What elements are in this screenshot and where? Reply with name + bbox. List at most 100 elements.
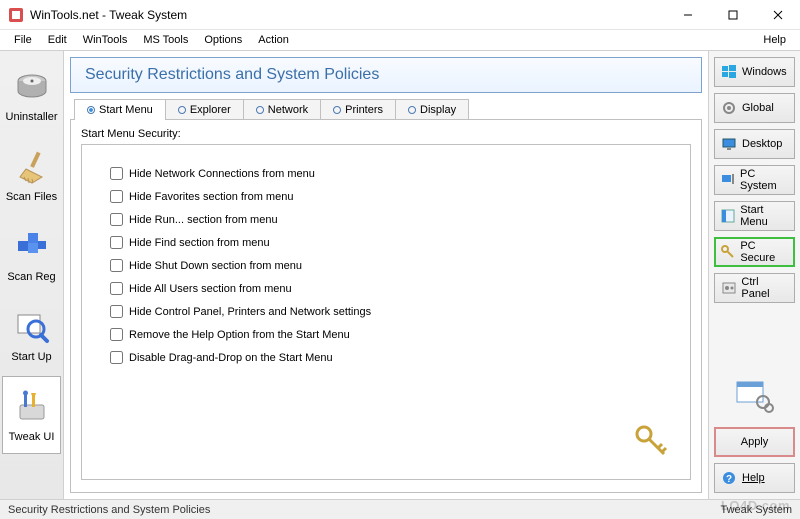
- right-global[interactable]: Global: [714, 93, 795, 123]
- page-title: Security Restrictions and System Policie…: [85, 66, 687, 84]
- app-icon: [8, 7, 24, 23]
- menu-action[interactable]: Action: [250, 32, 297, 48]
- option-checkbox[interactable]: [110, 282, 123, 295]
- tab-label: Start Menu: [99, 104, 153, 116]
- option-label: Hide Shut Down section from menu: [129, 260, 302, 272]
- apply-button[interactable]: Apply: [714, 427, 795, 457]
- menubar: File Edit WinTools MS Tools Options Acti…: [0, 30, 800, 50]
- tab-explorer[interactable]: Explorer: [165, 99, 244, 120]
- option-row: Hide Run... section from menu: [110, 213, 662, 226]
- right-windows[interactable]: Windows: [714, 57, 795, 87]
- radio-icon: [178, 106, 186, 114]
- close-button[interactable]: [755, 0, 800, 30]
- sidebar-uninstaller[interactable]: Uninstaller: [2, 56, 61, 134]
- sidebar-startup[interactable]: Start Up: [2, 296, 61, 374]
- btn-label: Global: [742, 102, 774, 114]
- option-label: Remove the Help Option from the Start Me…: [129, 329, 350, 341]
- tab-strip: Start Menu Explorer Network Printers Dis…: [74, 99, 702, 120]
- maximize-button[interactable]: [710, 0, 755, 30]
- sidebar-label: Tweak UI: [9, 431, 55, 443]
- page-header: Security Restrictions and System Policie…: [70, 57, 702, 93]
- option-row: Hide Shut Down section from menu: [110, 259, 662, 272]
- sidebar-label: Uninstaller: [6, 111, 58, 123]
- broom-icon: [12, 147, 52, 187]
- tools-icon: [12, 387, 52, 427]
- right-pcsecure[interactable]: PC Secure: [714, 237, 795, 267]
- option-checkbox[interactable]: [110, 213, 123, 226]
- radio-icon: [333, 106, 341, 114]
- tab-label: Printers: [345, 104, 383, 116]
- startmenu-icon: [721, 208, 735, 224]
- menu-edit[interactable]: Edit: [40, 32, 75, 48]
- sidebar-scanreg[interactable]: Scan Reg: [2, 216, 61, 294]
- btn-label: PC Secure: [740, 240, 788, 264]
- option-label: Hide Find section from menu: [129, 237, 270, 249]
- radio-icon: [408, 106, 416, 114]
- panel-icon: [721, 280, 736, 296]
- option-label: Hide Favorites section from menu: [129, 191, 293, 203]
- option-checkbox[interactable]: [110, 259, 123, 272]
- tab-startmenu[interactable]: Start Menu: [74, 99, 166, 120]
- gear-icon: [721, 100, 737, 116]
- sidebar-label: Scan Files: [6, 191, 57, 203]
- tab-label: Network: [268, 104, 308, 116]
- menu-options[interactable]: Options: [196, 32, 250, 48]
- option-row: Hide Control Panel, Printers and Network…: [110, 305, 662, 318]
- hdd-icon: [12, 67, 52, 107]
- option-checkbox[interactable]: [110, 236, 123, 249]
- radio-icon: [87, 106, 95, 114]
- menu-file[interactable]: File: [6, 32, 40, 48]
- btn-label: PC System: [740, 168, 788, 192]
- option-row: Hide Network Connections from menu: [110, 167, 662, 180]
- option-label: Hide All Users section from menu: [129, 283, 292, 295]
- tab-network[interactable]: Network: [243, 99, 321, 120]
- option-checkbox[interactable]: [110, 190, 123, 203]
- minimize-button[interactable]: [665, 0, 710, 30]
- option-label: Hide Run... section from menu: [129, 214, 278, 226]
- statusbar: Security Restrictions and System Policie…: [0, 499, 800, 519]
- option-checkbox[interactable]: [110, 167, 123, 180]
- menu-wintools[interactable]: WinTools: [75, 32, 136, 48]
- group-label: Start Menu Security:: [81, 128, 691, 140]
- sidebar-label: Scan Reg: [7, 271, 55, 283]
- pc-icon: [721, 172, 735, 188]
- btn-label: Ctrl Panel: [741, 276, 788, 300]
- help-button[interactable]: ?Help: [714, 463, 795, 493]
- option-row: Disable Drag-and-Drop on the Start Menu: [110, 351, 662, 364]
- option-checkbox[interactable]: [110, 305, 123, 318]
- sidebar-label: Start Up: [11, 351, 51, 363]
- right-pcsystem[interactable]: PC System: [714, 165, 795, 195]
- main-panel: Security Restrictions and System Policie…: [64, 51, 708, 499]
- btn-label: Windows: [742, 66, 787, 78]
- menu-mstools[interactable]: MS Tools: [135, 32, 196, 48]
- tab-display[interactable]: Display: [395, 99, 469, 120]
- tab-body: Start Menu Security: Hide Network Connec…: [70, 119, 702, 493]
- btn-label: Desktop: [742, 138, 782, 150]
- tab-printers[interactable]: Printers: [320, 99, 396, 120]
- right-startmenu[interactable]: Start Menu: [714, 201, 795, 231]
- option-label: Disable Drag-and-Drop on the Start Menu: [129, 352, 333, 364]
- option-row: Hide All Users section from menu: [110, 282, 662, 295]
- option-row: Remove the Help Option from the Start Me…: [110, 328, 662, 341]
- menu-help[interactable]: Help: [755, 32, 794, 48]
- right-ctrlpanel[interactable]: Ctrl Panel: [714, 273, 795, 303]
- sidebar-scanfiles[interactable]: Scan Files: [2, 136, 61, 214]
- status-left: Security Restrictions and System Policie…: [8, 504, 210, 516]
- settings-big-icon: [714, 377, 795, 417]
- help-icon: ?: [721, 470, 737, 486]
- window-title: WinTools.net - Tweak System: [30, 8, 187, 22]
- option-row: Hide Favorites section from menu: [110, 190, 662, 203]
- titlebar: WinTools.net - Tweak System: [0, 0, 800, 30]
- registry-icon: [12, 227, 52, 267]
- tab-label: Explorer: [190, 104, 231, 116]
- watermark: LO4D.com: [721, 498, 790, 513]
- right-desktop[interactable]: Desktop: [714, 129, 795, 159]
- option-checkbox[interactable]: [110, 328, 123, 341]
- tab-label: Display: [420, 104, 456, 116]
- sidebar-tweakui[interactable]: Tweak UI: [2, 376, 61, 454]
- svg-text:?: ?: [726, 474, 732, 485]
- option-checkbox[interactable]: [110, 351, 123, 364]
- btn-label: Start Menu: [740, 204, 788, 228]
- key-icon: [721, 244, 735, 260]
- btn-label: Apply: [741, 436, 769, 448]
